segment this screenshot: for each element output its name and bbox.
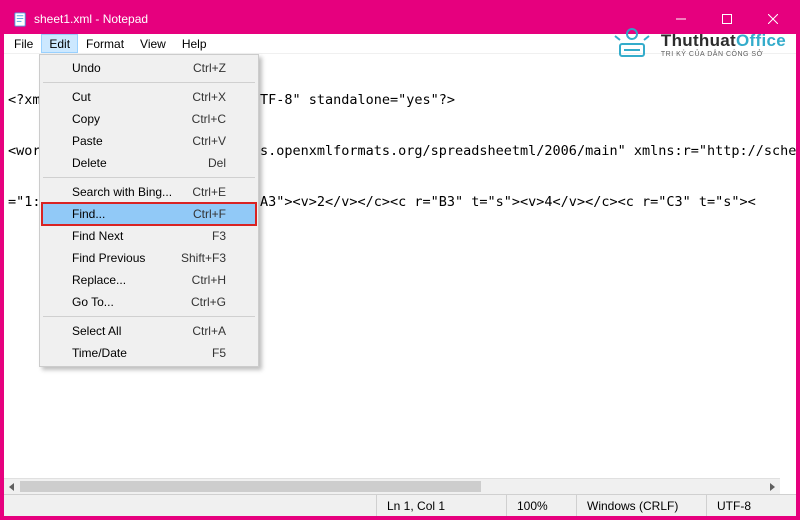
status-bar: Ln 1, Col 1 100% Windows (CRLF) UTF-8	[4, 494, 796, 516]
window-title: sheet1.xml - Notepad	[34, 12, 148, 26]
menu-item-label: Cut	[72, 90, 192, 104]
menu-item-accel: F3	[212, 229, 226, 243]
menu-delete[interactable]: Delete Del	[42, 152, 256, 174]
menu-item-accel: Ctrl+Z	[193, 61, 226, 75]
watermark-tagline: TRI KỶ CỦA DÂN CÔNG SỞ	[661, 51, 786, 58]
menu-item-label: Find Previous	[72, 251, 181, 265]
scrollbar-track[interactable]	[20, 479, 764, 494]
menu-edit[interactable]: Edit	[41, 34, 78, 53]
menu-undo[interactable]: Undo Ctrl+Z	[42, 57, 256, 79]
menu-item-accel: Ctrl+G	[191, 295, 226, 309]
watermark-icon	[611, 26, 653, 63]
menu-item-label: Replace...	[72, 273, 192, 287]
menu-find[interactable]: Find... Ctrl+F	[42, 203, 256, 225]
menu-find-next[interactable]: Find Next F3	[42, 225, 256, 247]
menu-separator	[43, 177, 255, 178]
menu-timedate[interactable]: Time/Date F5	[42, 342, 256, 364]
menu-help[interactable]: Help	[174, 34, 215, 53]
menu-view[interactable]: View	[132, 34, 174, 53]
menu-item-label: Copy	[72, 112, 192, 126]
status-eol: Windows (CRLF)	[576, 495, 706, 516]
menu-item-label: Find...	[72, 207, 193, 221]
menu-separator	[43, 316, 255, 317]
menu-item-accel: F5	[212, 346, 226, 360]
menu-item-accel: Ctrl+V	[192, 134, 226, 148]
status-spacer	[4, 495, 376, 516]
menu-find-previous[interactable]: Find Previous Shift+F3	[42, 247, 256, 269]
menu-item-label: Time/Date	[72, 346, 212, 360]
menu-item-accel: Ctrl+C	[192, 112, 226, 126]
watermark-brand-suffix: Office	[736, 31, 786, 50]
menu-item-accel: Del	[208, 156, 226, 170]
menu-item-label: Select All	[72, 324, 192, 338]
status-encoding: UTF-8	[706, 495, 796, 516]
menu-item-label: Undo	[72, 61, 193, 75]
status-zoom: 100%	[506, 495, 576, 516]
menu-cut[interactable]: Cut Ctrl+X	[42, 86, 256, 108]
menu-format[interactable]: Format	[78, 34, 132, 53]
menu-separator	[43, 82, 255, 83]
horizontal-scrollbar[interactable]	[4, 478, 780, 494]
menu-item-label: Go To...	[72, 295, 191, 309]
menu-replace[interactable]: Replace... Ctrl+H	[42, 269, 256, 291]
menu-item-accel: Ctrl+H	[192, 273, 226, 287]
scrollbar-thumb[interactable]	[20, 481, 481, 492]
status-position: Ln 1, Col 1	[376, 495, 506, 516]
watermark-brand: ThuthuatOffice	[661, 32, 786, 49]
menu-item-accel: Shift+F3	[181, 251, 226, 265]
menu-item-label: Search with Bing...	[72, 185, 192, 199]
edit-dropdown: Undo Ctrl+Z Cut Ctrl+X Copy Ctrl+C Paste…	[39, 54, 259, 367]
menu-file[interactable]: File	[6, 34, 41, 53]
watermark-brand-prefix: Thuthuat	[661, 31, 736, 50]
menu-item-accel: Ctrl+E	[192, 185, 226, 199]
menu-select-all[interactable]: Select All Ctrl+A	[42, 320, 256, 342]
menu-item-accel: Ctrl+A	[192, 324, 226, 338]
menu-item-label: Paste	[72, 134, 192, 148]
menu-goto[interactable]: Go To... Ctrl+G	[42, 291, 256, 313]
watermark: ThuthuatOffice TRI KỶ CỦA DÂN CÔNG SỞ	[611, 26, 786, 63]
menu-item-label: Delete	[72, 156, 208, 170]
scroll-right-icon[interactable]	[764, 479, 780, 495]
window-frame: sheet1.xml - Notepad File Edit Format Vi…	[0, 0, 800, 520]
menu-copy[interactable]: Copy Ctrl+C	[42, 108, 256, 130]
menu-paste[interactable]: Paste Ctrl+V	[42, 130, 256, 152]
menu-item-accel: Ctrl+F	[193, 207, 226, 221]
scroll-left-icon[interactable]	[4, 479, 20, 495]
menu-item-accel: Ctrl+X	[192, 90, 226, 104]
notepad-icon	[12, 11, 28, 27]
menu-item-label: Find Next	[72, 229, 212, 243]
menu-search-bing[interactable]: Search with Bing... Ctrl+E	[42, 181, 256, 203]
